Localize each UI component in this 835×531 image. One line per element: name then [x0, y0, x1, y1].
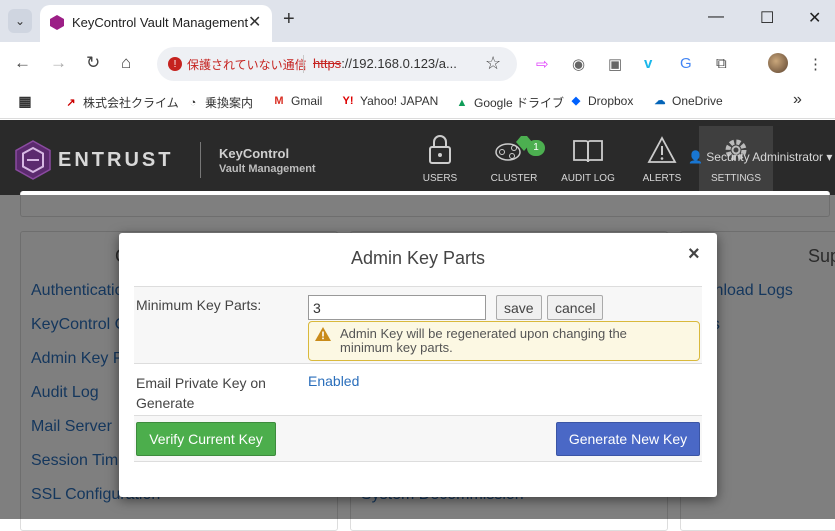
maximize-icon[interactable]: ☐	[760, 8, 774, 28]
product-subtitle: Vault Management	[219, 163, 316, 175]
generate-new-key-button[interactable]: Generate New Key	[556, 422, 700, 456]
extensions-puzzle-icon[interactable]: ⧉	[716, 55, 727, 72]
nav-settings-label: SETTINGS	[710, 173, 761, 184]
save-button[interactable]: save	[496, 295, 542, 320]
close-window-icon[interactable]: ✕	[808, 8, 821, 28]
not-secure-icon[interactable]: !	[168, 57, 182, 71]
browser-toolbar: ← → ↻ ⌂ ! 保護されていない通信 https://192.168.0.1…	[0, 42, 835, 86]
entrust-favicon-icon	[50, 15, 64, 30]
translate-icon[interactable]: G	[680, 55, 692, 72]
apps-grid-icon[interactable]: ▦	[18, 94, 32, 108]
new-tab-button[interactable]: +	[283, 8, 295, 31]
tab-title: KeyControl Vault Management	[72, 15, 249, 30]
email-private-key-row: Email Private Key on Generate Enabled	[134, 364, 702, 416]
gmail-icon: M	[274, 95, 284, 107]
more-bookmarks-icon[interactable]: »	[793, 91, 802, 109]
bookmark-norikae[interactable]: ◔ 乗換案内	[186, 94, 253, 111]
bookmark-climb[interactable]: ↗ 株式会社クライム	[64, 94, 178, 111]
lock-icon	[429, 135, 451, 164]
admin-key-parts-modal: Admin Key Parts × Minimum Key Parts: sav…	[119, 233, 717, 497]
bookmark-gmail[interactable]: M Gmail	[272, 94, 322, 108]
bookmark-google-drive[interactable]: ▲ Google ドライブ	[455, 94, 564, 111]
bookmark-yahoo[interactable]: Y! Yahoo! JAPAN	[341, 94, 439, 108]
url-text[interactable]: https://192.168.0.123/a...	[313, 56, 457, 71]
norikae-icon: ◔	[189, 96, 197, 109]
home-icon[interactable]: ⌂	[121, 53, 131, 73]
close-icon[interactable]: ×	[688, 243, 700, 266]
nav-users[interactable]: USERS	[414, 120, 466, 195]
warning-text: Admin Key will be regenerated upon chang…	[340, 326, 627, 355]
cast-icon[interactable]: ▣	[608, 55, 622, 73]
cancel-button[interactable]: cancel	[547, 295, 604, 320]
back-icon[interactable]: ←	[14, 53, 31, 73]
extension-arrow-icon[interactable]: ⇨	[536, 55, 549, 73]
user-menu[interactable]: 👤 Security Administrator ▾	[688, 150, 832, 164]
vimeo-icon[interactable]: v	[644, 55, 652, 72]
nav-audit-log[interactable]: AUDIT LOG	[558, 120, 618, 195]
browser-menu-icon[interactable]: ⋮	[808, 55, 823, 73]
action-row: Verify Current Key Generate New Key	[134, 416, 702, 462]
camera-icon[interactable]: ◉	[572, 55, 585, 73]
tab-search-chevron-icon[interactable]: ⌄	[8, 9, 32, 33]
logo-text: ENTRUST	[58, 149, 174, 171]
user-name: Security Administrator	[706, 150, 823, 164]
product-name: KeyControl	[219, 146, 290, 161]
reload-icon[interactable]: ↻	[86, 53, 100, 73]
bookmark-dropbox[interactable]: ◆ Dropbox	[569, 94, 634, 108]
minimize-icon[interactable]: —	[708, 8, 724, 26]
warning-icon	[647, 136, 677, 163]
nav-alerts[interactable]: ALERTS	[636, 120, 688, 195]
tab-close-icon[interactable]: ✕	[248, 12, 261, 32]
nav-cluster-label: CLUSTER	[490, 173, 538, 184]
climb-icon: ↗	[66, 96, 76, 109]
email-private-key-label: Email Private Key on Generate	[136, 375, 266, 411]
browser-tab-active[interactable]: KeyControl Vault Management ✕	[40, 5, 272, 42]
security-warning[interactable]: 保護されていない通信	[187, 56, 307, 73]
modal-title: Admin Key Parts	[350, 248, 486, 268]
bookmarks-bar: ▦ ↗ 株式会社クライム ◔ 乗換案内 M Gmail Y! Yahoo! JAPAN …	[0, 86, 835, 119]
forward-icon[interactable]: →	[50, 53, 67, 73]
user-icon: 👤	[688, 150, 707, 164]
book-icon	[573, 140, 603, 163]
app-header: ENTRUST KeyControl Vault Management USER…	[0, 120, 835, 195]
browser-tab-bar: ⌄ KeyControl Vault Management ✕ + — ☐ ✕	[0, 0, 835, 42]
entrust-logo-icon	[15, 140, 51, 180]
nav-users-label: USERS	[422, 173, 458, 184]
nav-alerts-label: ALERTS	[642, 173, 682, 184]
email-private-key-toggle[interactable]: Enabled	[308, 373, 359, 389]
dropbox-icon: ◆	[571, 95, 581, 107]
min-key-parts-input[interactable]	[308, 295, 486, 320]
min-key-parts-label: Minimum Key Parts:	[136, 297, 262, 313]
address-bar[interactable]: ! 保護されていない通信 https://192.168.0.123/a... …	[157, 47, 517, 81]
onedrive-icon: ☁	[654, 95, 666, 107]
yahoo-icon: Y!	[342, 95, 354, 107]
nav-audit-log-label: AUDIT LOG	[561, 173, 615, 184]
cluster-badge: 1	[527, 140, 545, 156]
verify-current-key-button[interactable]: Verify Current Key	[136, 422, 276, 456]
regenerate-warning: Admin Key will be regenerated upon chang…	[308, 321, 700, 361]
logo-divider	[200, 142, 201, 178]
google-drive-icon: ▲	[456, 96, 468, 109]
nav-cluster[interactable]: 1 CLUSTER	[486, 120, 545, 195]
profile-avatar[interactable]	[768, 53, 788, 73]
warning-triangle-icon	[315, 327, 331, 341]
url-divider	[303, 55, 304, 73]
bookmark-onedrive[interactable]: ☁ OneDrive	[653, 94, 723, 108]
min-key-parts-row: Minimum Key Parts: save cancel Admin Key…	[134, 286, 702, 364]
bookmark-star-icon[interactable]: ☆	[485, 53, 501, 74]
